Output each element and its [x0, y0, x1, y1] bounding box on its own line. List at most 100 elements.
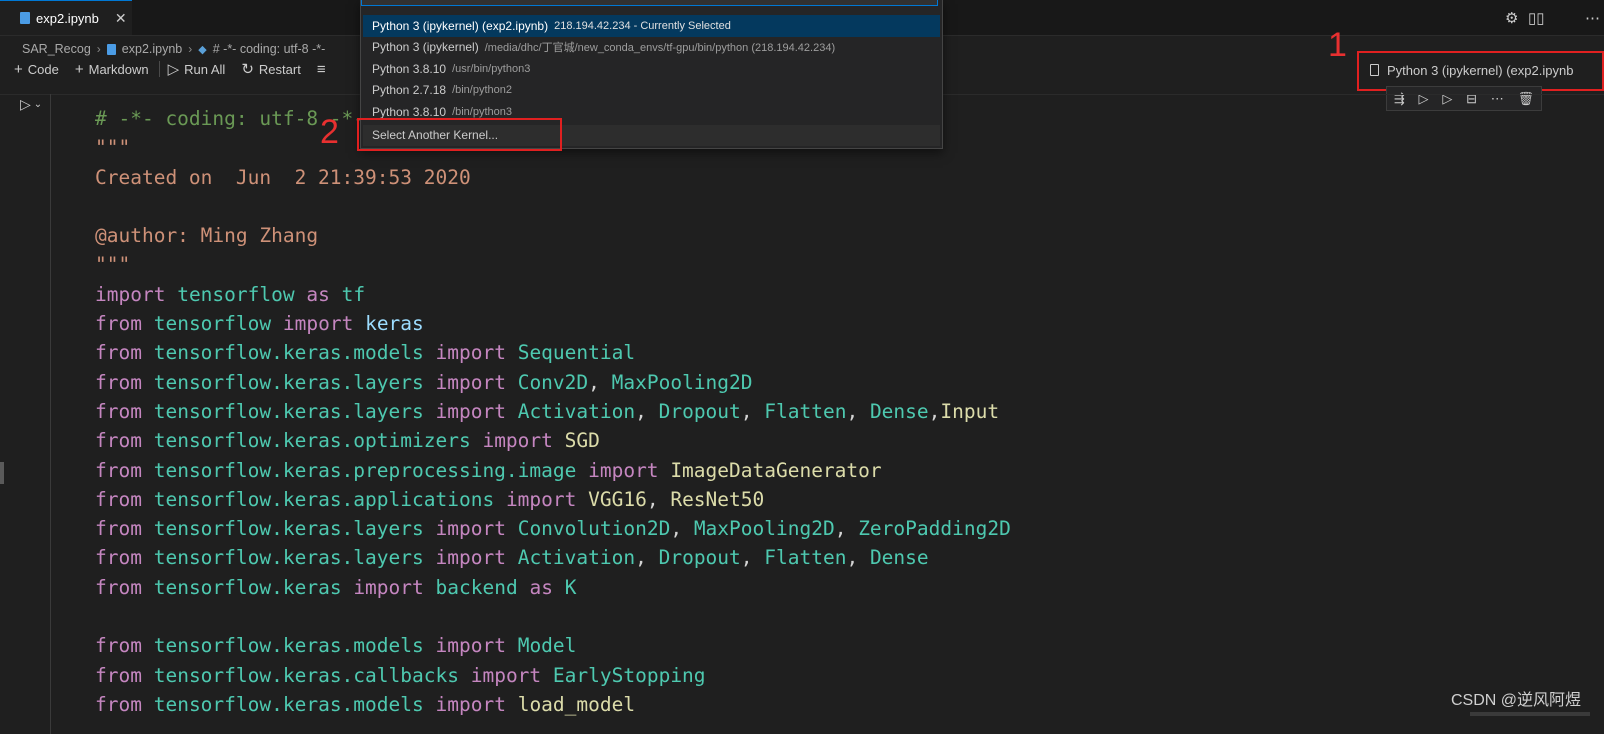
code-token: from: [95, 517, 142, 541]
code-token: import: [435, 634, 506, 658]
code-token: K: [564, 575, 577, 599]
code-token: from: [95, 458, 142, 482]
code-token: from: [95, 312, 142, 336]
code-token: tensorflow.keras: [153, 575, 342, 599]
code-token: Dropout: [658, 546, 741, 570]
code-token: ,: [670, 517, 694, 541]
code-token: Flatten: [764, 546, 847, 570]
code-token: Flatten: [764, 399, 847, 423]
kernel-option[interactable]: Python 3 (ipykernel) /media/dhc/丁官城/new_…: [363, 37, 940, 59]
add-markdown-button[interactable]: + Markdown: [75, 61, 149, 78]
code-token: ResNet50: [670, 487, 765, 511]
code-token: ,: [846, 399, 870, 423]
code-line: from tensorflow.keras.models import Mode…: [95, 631, 1011, 660]
horizontal-scrollbar[interactable]: [1470, 712, 1590, 716]
breadcrumb-folder[interactable]: SAR_Recog: [22, 42, 91, 56]
code-token: ZeroPadding2D: [858, 517, 1011, 541]
kernel-option-label: Python 2.7.18: [372, 83, 447, 98]
breadcrumb-cell[interactable]: # -*- coding: utf-8 -*-: [213, 42, 326, 56]
code-token: ,: [846, 546, 870, 570]
code-token: MaxPooling2D: [611, 370, 753, 394]
code-line: from tensorflow.keras import backend as …: [95, 573, 1011, 602]
close-icon[interactable]: ✕: [115, 10, 127, 27]
code-token: Dropout: [658, 399, 741, 423]
chevron-right-icon: ›: [188, 42, 193, 56]
kernel-option[interactable]: Python 2.7.18 /bin/python2: [363, 80, 940, 102]
code-token: keras: [365, 312, 424, 336]
breadcrumb-file[interactable]: exp2.ipynb: [122, 42, 182, 56]
code-token: ,: [834, 517, 859, 541]
quick-pick-input[interactable]: [361, 0, 938, 6]
run-all-button[interactable]: ▷ Run All: [168, 60, 226, 78]
code-token: from: [95, 663, 142, 687]
toolbar-divider: [158, 61, 160, 77]
code-token: import: [435, 370, 506, 394]
more-actions-icon[interactable]: ⋯: [1585, 9, 1600, 27]
code-token: MaxPooling2D: [693, 517, 835, 541]
code-token: tf: [341, 282, 366, 306]
code-token: ,: [928, 399, 941, 423]
gear-icon[interactable]: ⚙: [1505, 9, 1518, 27]
list-icon: ≡: [316, 60, 326, 78]
code-token: @author: Ming Zhang: [95, 224, 319, 248]
code-token: ,: [740, 399, 765, 423]
code-token: Dense: [869, 546, 929, 570]
code-line: import tensorflow as tf: [95, 280, 1011, 309]
code-line: from tensorflow.keras.layers import Conv…: [95, 514, 1011, 543]
code-token: tensorflow.keras.layers: [153, 370, 424, 394]
code-token: from: [95, 692, 142, 716]
code-token: tensorflow: [177, 282, 295, 306]
add-code-button[interactable]: + Code: [14, 61, 59, 78]
python-icon: ◆: [198, 43, 207, 56]
code-token: import: [435, 517, 506, 541]
outline-button[interactable]: ≡: [317, 61, 326, 78]
scrollbar-thumb[interactable]: [0, 462, 4, 484]
code-line: Created on Jun 2 21:39:53 2020: [95, 163, 1011, 192]
code-token: tensorflow.keras.layers: [153, 399, 424, 423]
watermark: CSDN @逆风阿煜: [1450, 692, 1581, 709]
code-line: @author: Ming Zhang: [95, 221, 1011, 250]
kernel-option-label: Python 3 (ipykernel) (exp2.ipynb): [372, 18, 549, 33]
code-line: """: [95, 250, 1011, 279]
kernel-option-label: Python 3 (ipykernel): [372, 40, 479, 55]
code-line: from tensorflow.keras.callbacks import E…: [95, 661, 1011, 690]
code-token: import: [282, 312, 354, 336]
restart-button[interactable]: ↻ Restart: [241, 60, 300, 78]
code-token: Activation: [517, 546, 636, 570]
code-editor[interactable]: # -*- coding: utf-8 -*- """ Created on Jun…: [95, 104, 1011, 719]
tab-exp2[interactable]: exp2.ipynb ✕: [0, 0, 132, 35]
annotation-label-1: 1: [1328, 26, 1347, 64]
kernel-option-desc: /bin/python3: [452, 105, 512, 118]
code-token: Conv2D: [517, 370, 589, 394]
code-token: Activation: [517, 399, 636, 423]
kernel-option-desc: /media/dhc/丁官城/new_conda_envs/tf-gpu/bin…: [484, 42, 836, 55]
kernel-option-desc: /usr/bin/python3: [452, 62, 531, 75]
run-cell-button[interactable]: ▷ ⌄: [20, 96, 42, 113]
code-line: from tensorflow.keras.layers import Acti…: [95, 397, 1011, 426]
code-token: tensorflow.keras.preprocessing.image: [153, 458, 577, 482]
kernel-option-current[interactable]: Python 3 (ipykernel) (exp2.ipynb) 218.19…: [363, 15, 940, 37]
code-token: tensorflow.keras.optimizers: [153, 429, 471, 453]
code-token: from: [95, 399, 142, 423]
kernel-option-desc: /bin/python2: [452, 84, 512, 97]
code-token: import: [435, 341, 506, 365]
code-token: tensorflow: [153, 312, 272, 336]
code-line: from tensorflow.keras.optimizers import …: [95, 426, 1011, 455]
split-editor-icon[interactable]: ▯▯: [1528, 9, 1545, 27]
kernel-option-label: Python 3.8.10: [372, 104, 447, 119]
kernel-option[interactable]: Python 3.8.10 /usr/bin/python3: [363, 58, 940, 80]
